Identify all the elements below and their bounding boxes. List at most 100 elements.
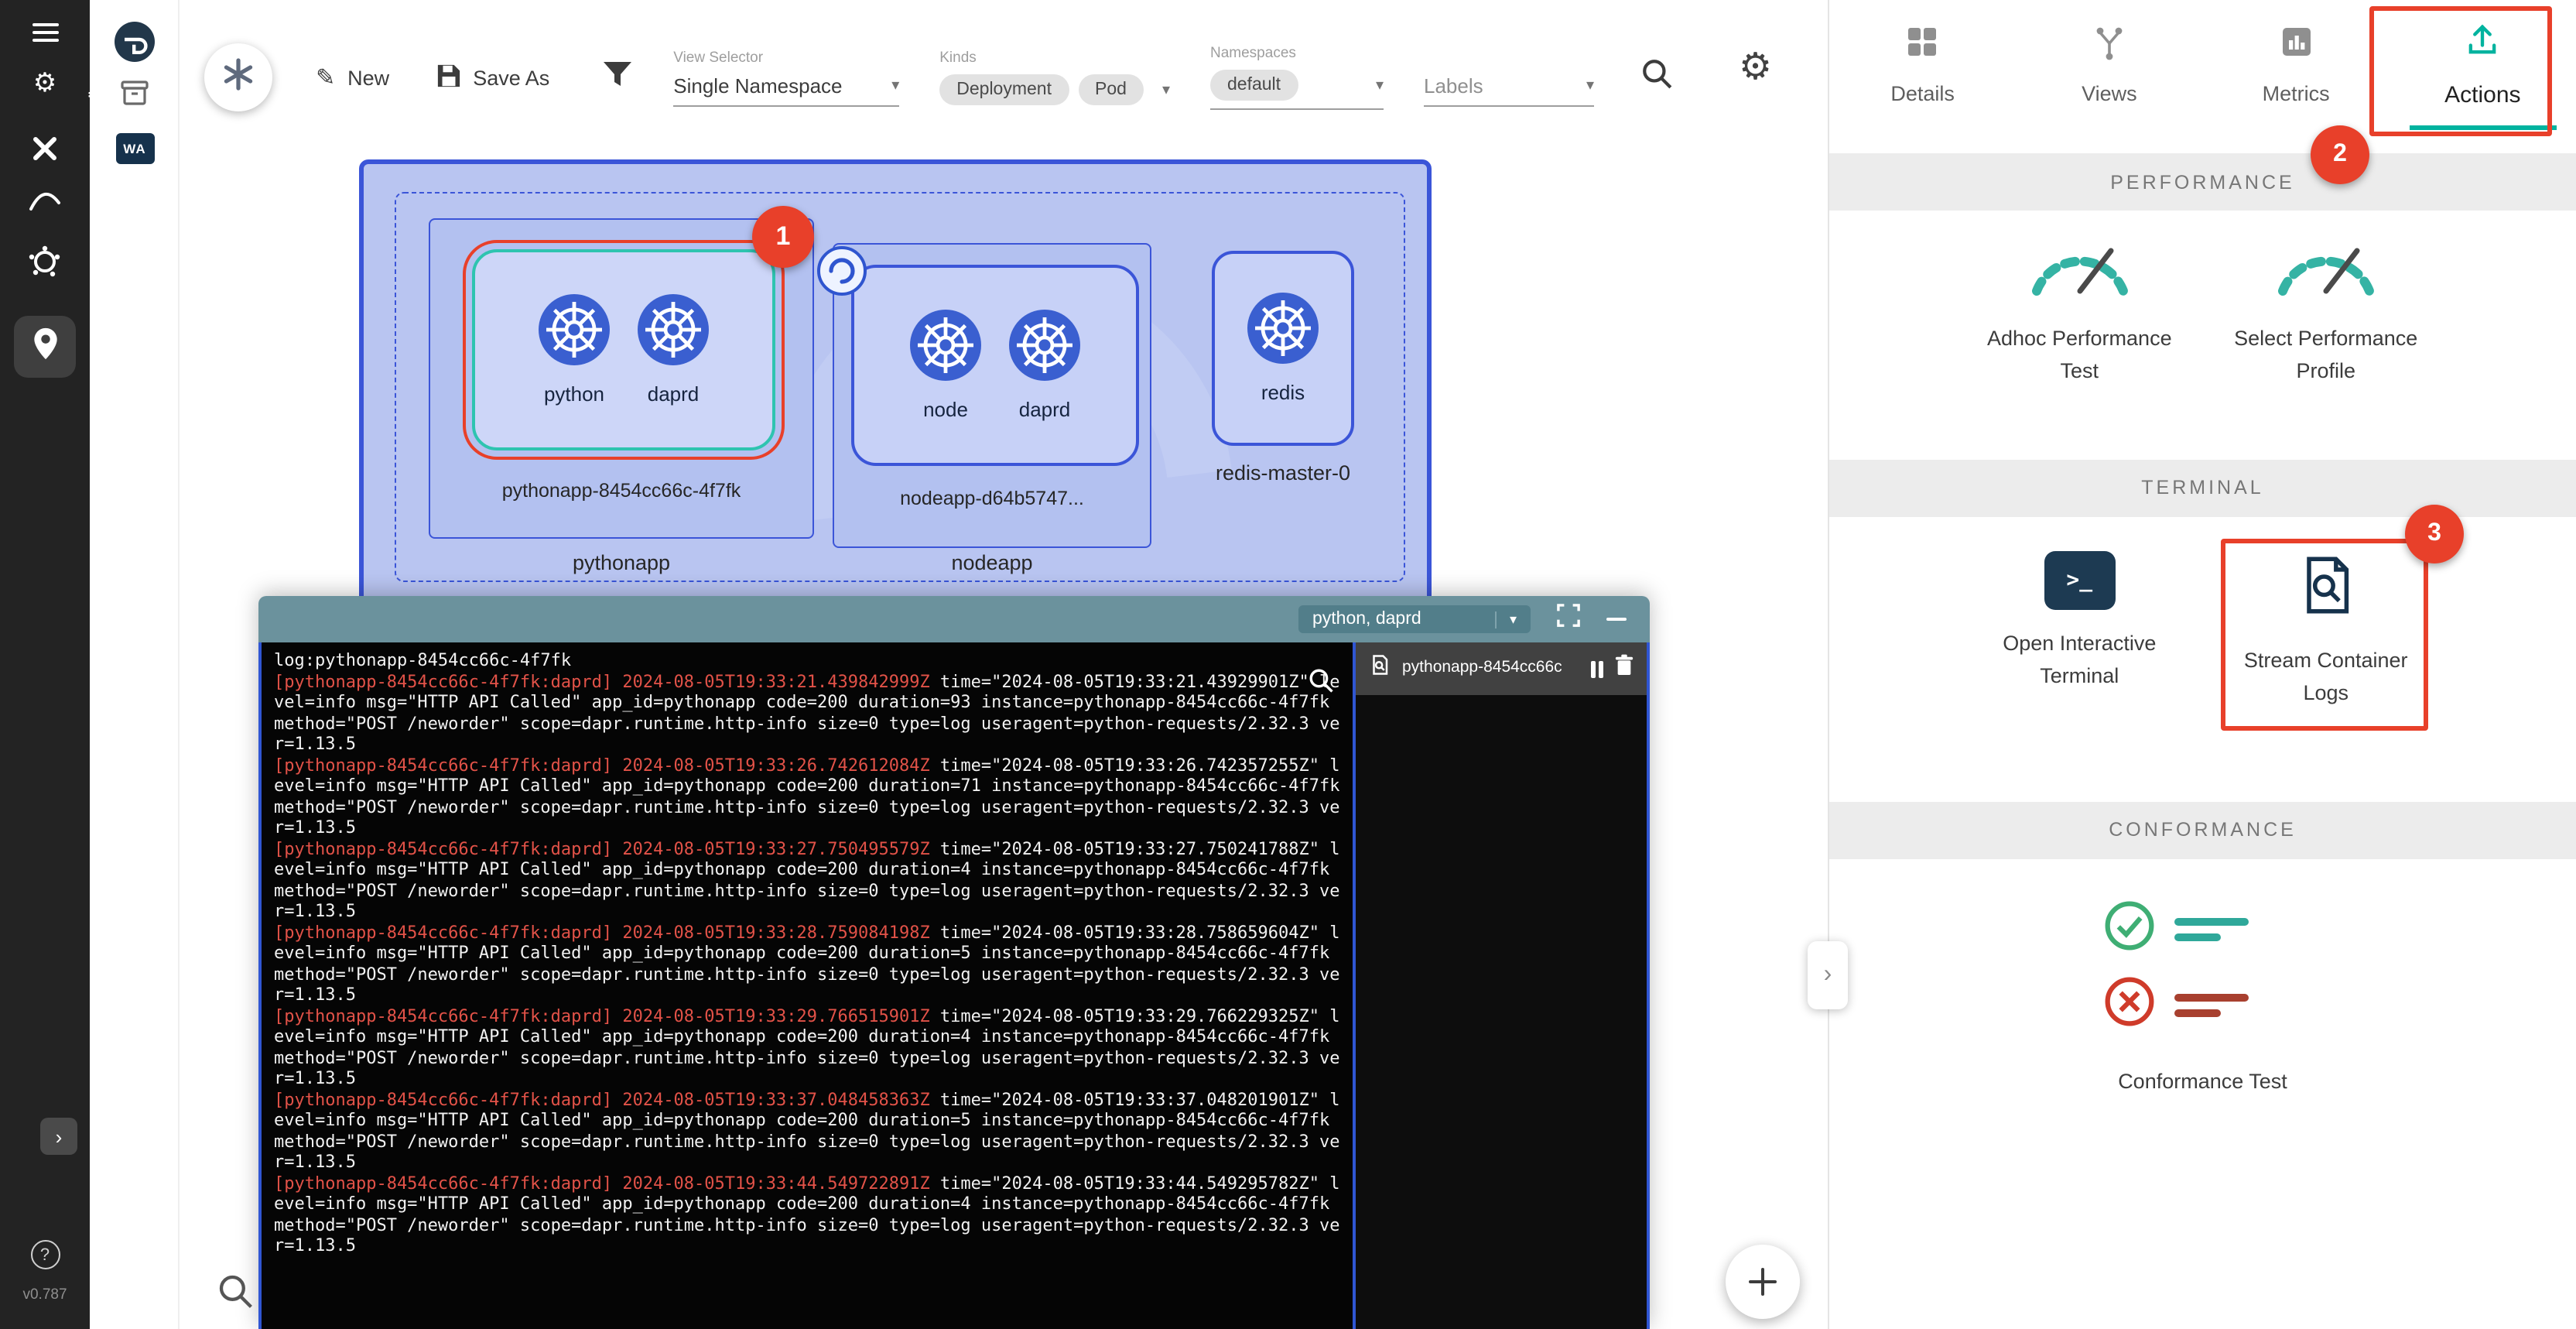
view-selector[interactable]: View Selector Single Namespace ▾ — [673, 49, 899, 106]
deployment-name-label: pythonapp — [429, 551, 814, 574]
adhoc-performance-test-action[interactable]: Adhoc Performance Test — [1956, 232, 2202, 389]
log-line: [pythonapp-8454cc66c-4f7fk:daprd] 2024-0… — [274, 755, 1340, 838]
plugin-strip: WA — [90, 0, 180, 1329]
pause-stream-button[interactable] — [1590, 660, 1603, 677]
annotation-badge-3: 3 — [2405, 505, 2464, 563]
log-pane[interactable]: log:pythonapp-8454cc66c-4f7fk [pythonapp… — [262, 642, 1353, 1329]
tab-details[interactable]: Details — [1829, 0, 2016, 147]
chevron-down-icon: ▾ — [1376, 77, 1384, 94]
action-label: Open Interactive Terminal — [1972, 629, 2186, 694]
annotation-box-stream-logs — [2221, 539, 2428, 731]
container-daprd[interactable]: daprd — [1009, 310, 1080, 421]
dapr-logo-icon[interactable] — [90, 22, 180, 62]
action-label: Adhoc Performance Test — [1972, 324, 2186, 389]
curve-tool-icon[interactable] — [0, 187, 90, 212]
new-label: New — [347, 66, 389, 89]
namespaces-label: Namespaces — [1210, 45, 1384, 62]
chevron-down-icon: ▾ — [1162, 81, 1170, 98]
namespace-chip-default[interactable]: default — [1210, 70, 1298, 101]
namespaces-selector[interactable]: Namespaces default ▾ — [1210, 45, 1384, 110]
add-node-fab[interactable] — [1726, 1245, 1800, 1319]
location-pin-tab[interactable] — [0, 316, 90, 378]
pod-nodeapp[interactable]: node daprd — [851, 265, 1139, 466]
tools-icon[interactable] — [0, 133, 90, 164]
annotation-badge-1: 1 — [752, 206, 814, 268]
chevron-down-icon: ▾ — [1586, 77, 1594, 94]
details-panel: Details Views Metrics Actions — [1828, 0, 2576, 1329]
pencil-icon: ✎ — [316, 63, 335, 91]
canvas-zoom-button[interactable] — [217, 1272, 254, 1310]
pod-redis[interactable]: redis — [1212, 251, 1354, 446]
log-search-button[interactable] — [1308, 667, 1334, 694]
open-interactive-terminal-action[interactable]: >_ Open Interactive Terminal — [1956, 551, 2202, 711]
container-redis[interactable]: redis — [1247, 293, 1319, 404]
search-icon — [1641, 57, 1674, 98]
container-label: node — [923, 398, 968, 421]
container-select-dropdown[interactable]: python, daprd ▾ — [1298, 605, 1531, 633]
kind-chip-deployment[interactable]: Deployment — [939, 74, 1069, 105]
labels-selector[interactable]: Labels ▾ — [1424, 49, 1594, 106]
bar-chart-icon — [2277, 23, 2314, 68]
shapes-button[interactable] — [204, 43, 272, 111]
new-button[interactable]: ✎ New — [316, 63, 389, 91]
container-node[interactable]: node — [910, 310, 981, 421]
tab-label: Metrics — [2263, 82, 2330, 105]
cluster-icon[interactable] — [0, 245, 90, 279]
deployment-name-label: nodeapp — [833, 551, 1151, 574]
log-terminal-panel: python, daprd ▾ log:pythonapp-8454cc66c-… — [258, 596, 1650, 1329]
view-selector-label: View Selector — [673, 49, 899, 66]
conformance-test-action[interactable]: Conformance Test — [2118, 1069, 2287, 1092]
log-stream-tab[interactable]: pythonapp-8454cc66c — [1356, 642, 1647, 695]
labels-placeholder: Labels — [1424, 74, 1483, 97]
plus-icon — [1749, 1268, 1777, 1296]
wa-plugin-icon[interactable]: WA — [90, 133, 180, 164]
container-python[interactable]: python — [539, 294, 610, 406]
kinds-label: Kinds — [939, 50, 1170, 67]
pin-icon — [32, 326, 58, 368]
archive-box-icon[interactable] — [90, 80, 180, 105]
chevron-down-icon: ▾ — [891, 77, 899, 94]
gauge-icon — [2270, 232, 2382, 305]
select-performance-profile-action[interactable]: Select Performance Profile — [2203, 232, 2449, 389]
deployment-nodeapp[interactable]: node daprd nodeapp-d64b5747... — [833, 243, 1151, 548]
check-circle-icon — [2104, 899, 2157, 959]
tab-views[interactable]: Views — [2016, 0, 2202, 147]
conformance-fail-row — [2104, 974, 2302, 1035]
pod-pythonapp[interactable]: python daprd — [472, 249, 775, 450]
sidebar-expand-button[interactable]: › — [28, 1118, 90, 1155]
help-button[interactable]: ? — [0, 1240, 90, 1269]
settings-gears-icon[interactable]: ⚙⚙ — [0, 68, 90, 99]
container-daprd[interactable]: daprd — [638, 294, 709, 406]
tab-metrics[interactable]: Metrics — [2203, 0, 2390, 147]
chevron-down-icon: ▾ — [1496, 611, 1517, 628]
menu-icon[interactable] — [0, 19, 90, 46]
log-stream-sidebar: pythonapp-8454cc66c — [1353, 642, 1647, 1329]
app-version: v0.787 — [0, 1286, 90, 1303]
kubernetes-icon — [1009, 310, 1080, 389]
dapr-sidecar-icon — [817, 246, 867, 303]
container-select-value: python, daprd — [1312, 610, 1421, 629]
log-line: [pythonapp-8454cc66c-4f7fk:daprd] 2024-0… — [274, 1005, 1340, 1089]
panel-collapse-handle[interactable]: › — [1808, 941, 1848, 1009]
fullscreen-button[interactable] — [1557, 604, 1580, 635]
kinds-filter[interactable]: Kinds Deployment Pod ▾ — [939, 50, 1170, 105]
pod-name-label: redis-master-0 — [1150, 461, 1416, 485]
left-rail: ⚙⚙ › ? v0.787 — [0, 0, 90, 1329]
save-as-button[interactable]: Save As — [436, 63, 549, 92]
delete-stream-button[interactable] — [1614, 653, 1634, 684]
action-label: Select Performance Profile — [2219, 324, 2433, 389]
kubernetes-icon — [638, 294, 709, 373]
search-button[interactable] — [1641, 57, 1674, 98]
settings-button[interactable]: ⚙ — [1739, 44, 1772, 89]
conformance-items: Conformance Test — [1829, 858, 2576, 1092]
document-search-icon — [1368, 653, 1391, 684]
conformance-pass-row — [2104, 899, 2302, 959]
chevron-right-icon: › — [56, 1125, 63, 1148]
container-label: redis — [1261, 381, 1305, 404]
minimize-button[interactable] — [1606, 618, 1627, 622]
save-icon — [436, 63, 460, 92]
kubernetes-icon — [910, 310, 981, 389]
filter-button[interactable] — [602, 60, 633, 95]
deployment-pythonapp[interactable]: python daprd pythonapp-8454cc66c-4f7fk — [429, 218, 814, 539]
kind-chip-pod[interactable]: Pod — [1078, 74, 1144, 105]
